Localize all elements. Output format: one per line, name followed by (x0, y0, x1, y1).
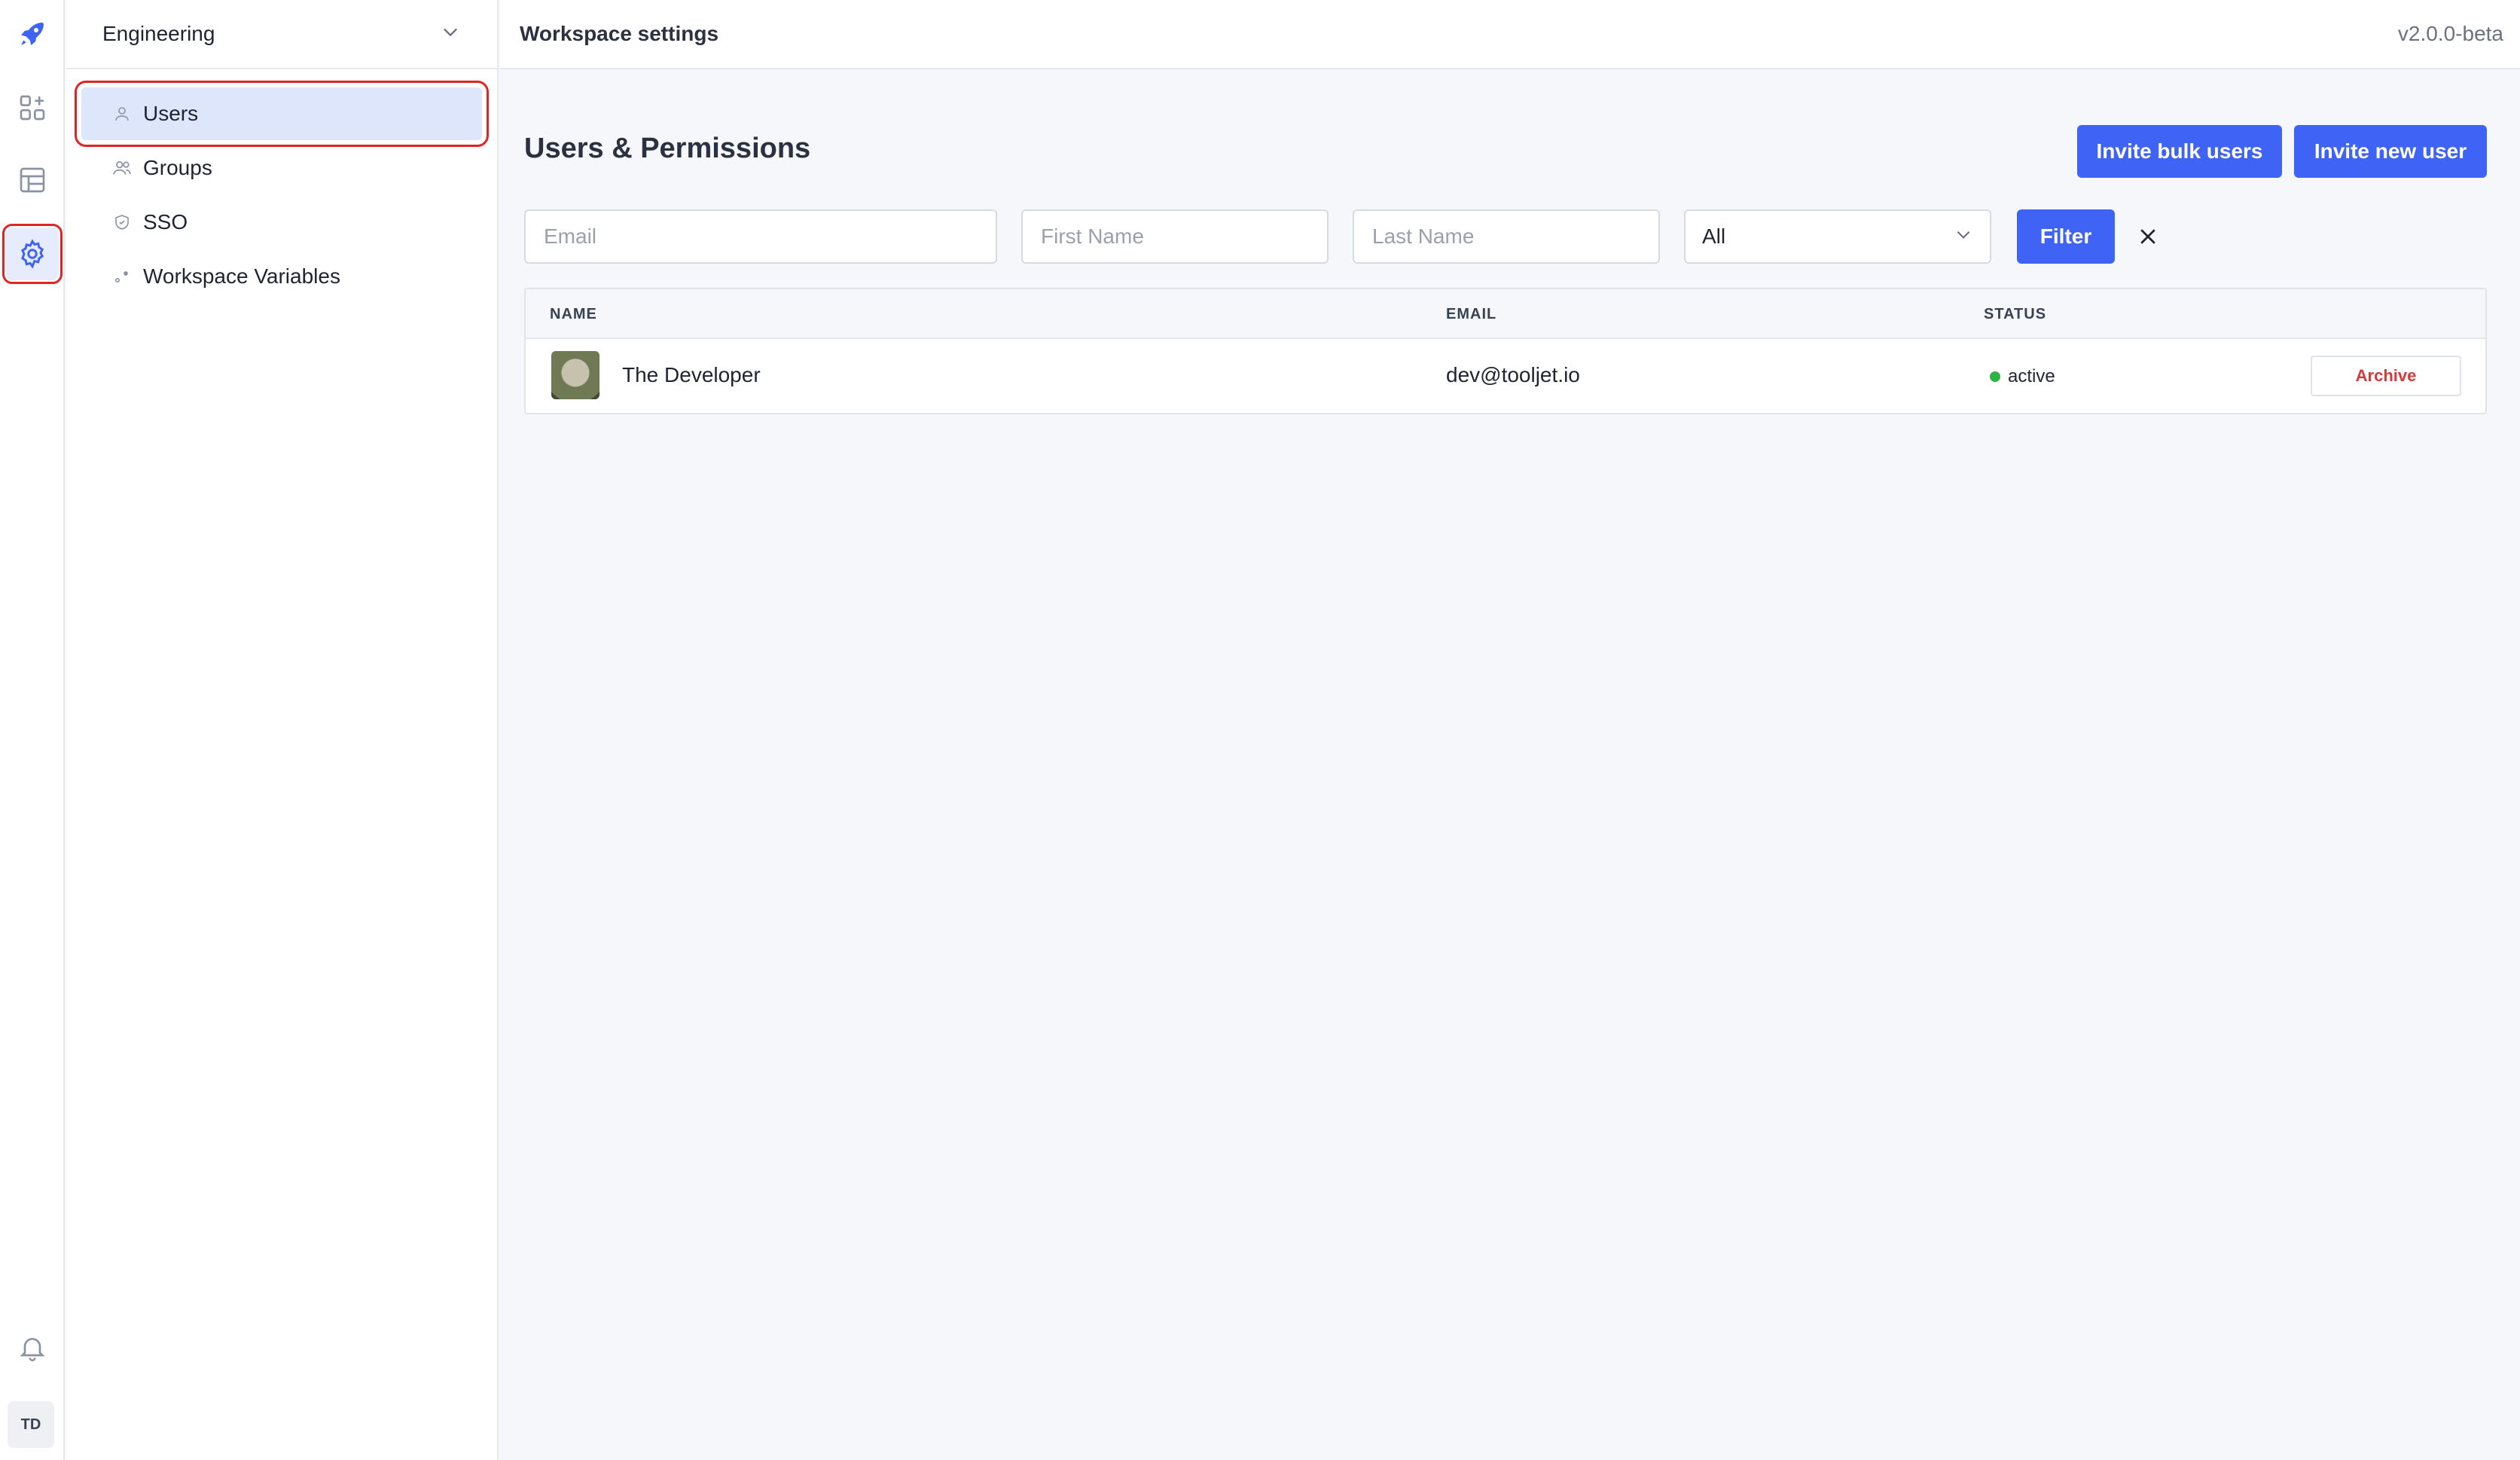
chevron-down-icon (440, 21, 461, 47)
sidebar-item-label: SSO (143, 210, 188, 234)
email-filter-input[interactable] (524, 209, 997, 264)
page-title: Users & Permissions (524, 133, 811, 164)
filter-bar: All Filter (524, 209, 2497, 264)
workspace-name: Engineering (102, 22, 215, 45)
column-header-email: EMAIL (1446, 306, 1497, 322)
variables-icon (111, 266, 133, 287)
logo-icon[interactable] (6, 8, 59, 60)
sidebar-item-workspace-variables[interactable]: Workspace Variables (81, 250, 482, 303)
status-badge: active (1990, 366, 2055, 387)
sidebar-item-label: Workspace Variables (143, 264, 340, 288)
top-header: Workspace settings v2.0.0-beta (500, 0, 2520, 69)
users-table: NAME EMAIL STATUS The Developer dev@tool… (524, 288, 2487, 414)
database-icon[interactable] (6, 154, 59, 206)
sidebar-item-label: Groups (143, 156, 212, 179)
column-header-name: NAME (550, 306, 597, 322)
sidebar-item-sso[interactable]: SSO (81, 196, 482, 249)
column-header-status: STATUS (1984, 306, 2047, 322)
invite-new-user-button[interactable]: Invite new user (2294, 125, 2487, 178)
icon-rail: TD (0, 0, 65, 1460)
archive-button[interactable]: Archive (2311, 356, 2461, 396)
settings-gear-icon[interactable] (2, 224, 63, 284)
filter-button[interactable]: Filter (2017, 209, 2115, 264)
chevron-down-icon (1954, 224, 1973, 249)
user-email-cell: dev@tooljet.io (1446, 363, 1580, 386)
status-select-value: All (1702, 224, 1726, 248)
sidebar-item-users[interactable]: Users (75, 81, 489, 147)
settings-nav: Users Groups SSO Workspace Variables (75, 81, 489, 304)
first-name-filter-input[interactable] (1021, 209, 1329, 264)
sidebar-item-groups[interactable]: Groups (81, 142, 482, 194)
main-content: Users & Permissions Invite bulk users In… (500, 69, 2520, 1460)
settings-sidebar: Engineering Users Groups SSO Workspace V… (66, 0, 499, 1460)
avatar (551, 351, 599, 399)
app-root: TD Engineering Users Groups SSO Workspac… (0, 0, 2520, 1460)
shield-icon (111, 212, 133, 233)
last-name-filter-input[interactable] (1353, 209, 1660, 264)
user-avatar[interactable]: TD (8, 1401, 54, 1448)
sidebar-item-label: Users (143, 102, 199, 125)
version-label: v2.0.0-beta (2397, 22, 2503, 45)
page-header-title: Workspace settings (520, 22, 719, 45)
clear-filters-close-icon[interactable] (2131, 220, 2165, 253)
status-dot-icon (1990, 371, 2000, 382)
users-group-icon (111, 157, 133, 179)
invite-bulk-users-button[interactable]: Invite bulk users (2077, 125, 2282, 178)
workspace-switcher[interactable]: Engineering (66, 0, 497, 69)
bell-icon[interactable] (6, 1321, 59, 1374)
user-icon (111, 103, 133, 124)
apps-icon[interactable] (6, 81, 59, 134)
table-row: The Developer dev@tooljet.io active Arch… (526, 339, 2485, 413)
status-text: active (2008, 366, 2055, 386)
table-header: NAME EMAIL STATUS (526, 289, 2485, 339)
status-select[interactable]: All (1684, 209, 1991, 264)
user-name-cell: The Developer (622, 363, 761, 386)
